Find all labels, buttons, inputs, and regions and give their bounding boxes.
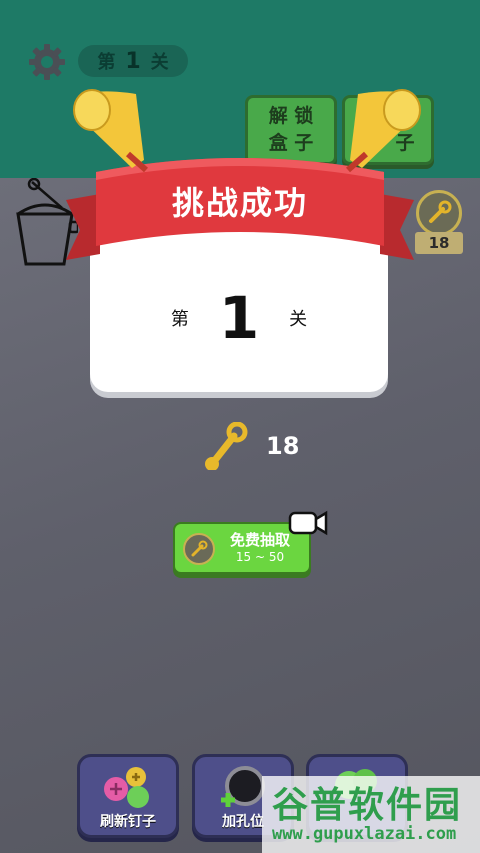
- wrench-count-badge: 18: [415, 190, 463, 254]
- trumpet-icon-right: [346, 89, 421, 173]
- level-indicator: 第 1 关: [78, 45, 188, 77]
- wrench-icon: [183, 533, 215, 565]
- result-level-suffix: 关: [289, 309, 308, 330]
- watermark-url: www.gupuxlazai.com: [272, 824, 457, 844]
- wrench-icon: [416, 190, 462, 236]
- free-draw-range: 15 ~ 50: [235, 550, 285, 564]
- level-number: 1: [125, 48, 141, 74]
- watermark: 谷普软件园 www.gupuxlazai.com: [262, 776, 480, 853]
- wrench-icon: [205, 422, 248, 470]
- unlock-box-line1: 解 锁: [268, 105, 314, 127]
- trumpet-icon-left: [73, 89, 148, 173]
- result-level-number: 1: [218, 284, 260, 352]
- success-title: 挑战成功: [171, 184, 308, 222]
- screws-icon: [104, 767, 149, 808]
- watermark-name: 谷普软件园: [272, 785, 463, 826]
- level-prefix: 第: [97, 52, 116, 73]
- refresh-screws-label: 刷新钉子: [100, 814, 156, 830]
- reward-value: 18: [266, 432, 300, 460]
- wrench-count: 18: [415, 232, 463, 254]
- refresh-screws-button[interactable]: 刷新钉子: [77, 754, 179, 838]
- result-level: 第 1 关: [90, 284, 388, 352]
- gear-icon[interactable]: [27, 42, 67, 82]
- video-camera-icon: [288, 510, 328, 536]
- result-level-prefix: 第: [170, 309, 189, 330]
- level-suffix: 关: [150, 52, 169, 73]
- reward-row: 18: [204, 422, 299, 470]
